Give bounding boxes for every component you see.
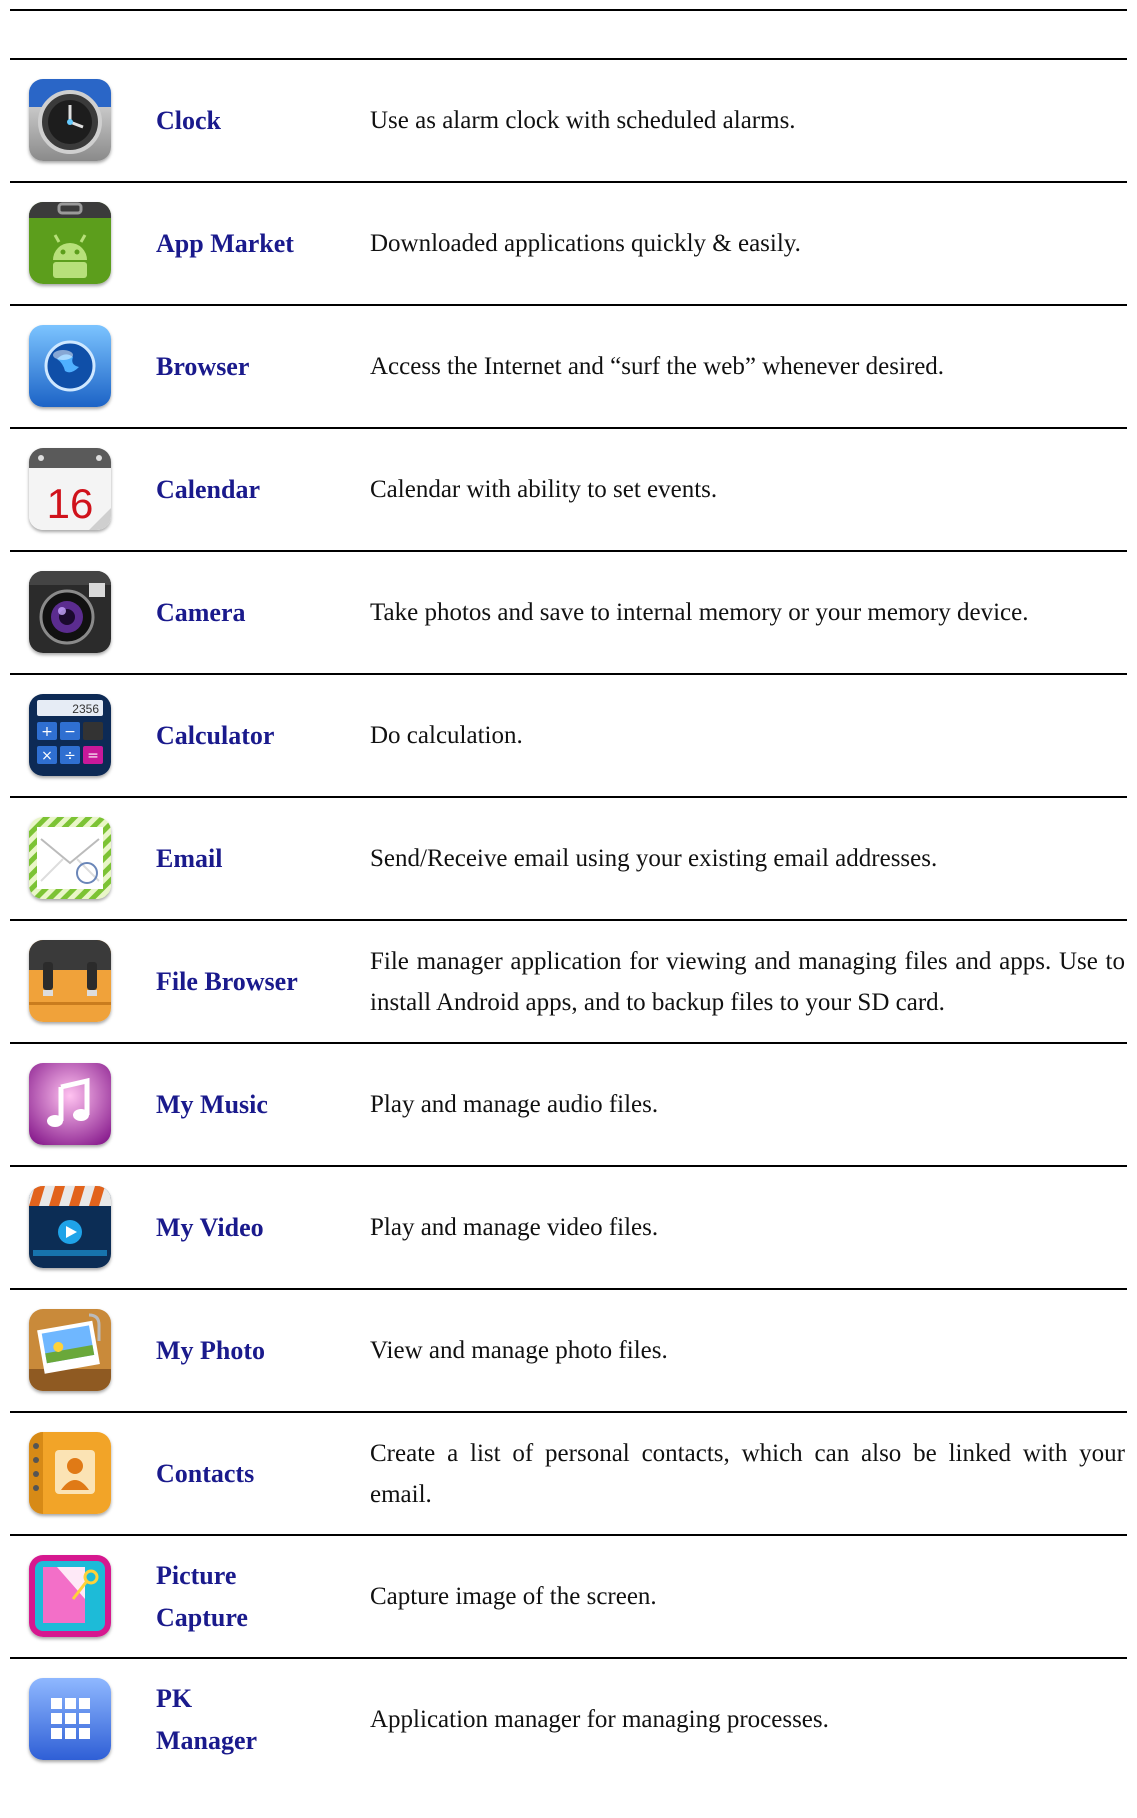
app-description: Create a list of personal contacts, whic… bbox=[370, 1439, 1125, 1508]
svg-text:=: = bbox=[87, 748, 99, 764]
app-name: Clock bbox=[156, 105, 221, 135]
svg-text:−: − bbox=[64, 724, 76, 740]
table-row: Browser Access the Internet and “surf th… bbox=[10, 304, 1127, 427]
svg-text:÷: ÷ bbox=[64, 748, 76, 764]
table-row: My Video Play and manage video files. bbox=[10, 1165, 1127, 1288]
app-description: Do calculation. bbox=[370, 722, 523, 749]
app-name: Calculator bbox=[156, 720, 275, 750]
clock-icon bbox=[29, 79, 111, 161]
app-description: Capture image of the screen. bbox=[370, 1583, 657, 1610]
table-row: App Market Downloaded applications quick… bbox=[10, 181, 1127, 304]
app-description: Play and manage video files. bbox=[370, 1214, 659, 1241]
app-description: View and manage photo files. bbox=[370, 1337, 668, 1364]
table-row: File Browser File manager application fo… bbox=[10, 919, 1127, 1042]
email-envelope-icon bbox=[29, 817, 111, 899]
top-rule bbox=[10, 9, 1127, 11]
camera-icon bbox=[29, 571, 111, 653]
app-description: Access the Internet and “surf the web” w… bbox=[370, 353, 945, 380]
app-name: My Music bbox=[156, 1089, 268, 1119]
app-name: My Photo bbox=[156, 1335, 266, 1365]
app-description: Take photos and save to internal memory … bbox=[370, 599, 1029, 626]
app-name: PK Manager bbox=[156, 1683, 258, 1755]
calculator-icon: 2356 + − × ÷ = bbox=[29, 694, 111, 776]
calculator-display: 2356 bbox=[72, 702, 99, 716]
app-description: Calendar with ability to set events. bbox=[370, 476, 718, 503]
app-description: Play and manage audio files. bbox=[370, 1091, 659, 1118]
table-row: My Music Play and manage audio files. bbox=[10, 1042, 1127, 1165]
contacts-book-icon bbox=[29, 1432, 111, 1514]
table-row: PK Manager Application manager for manag… bbox=[10, 1657, 1127, 1780]
browser-globe-icon bbox=[29, 325, 111, 407]
app-description: Application manager for managing process… bbox=[370, 1706, 829, 1733]
svg-text:×: × bbox=[41, 748, 53, 764]
app-list-page: Clock Use as alarm clock with scheduled … bbox=[0, 0, 1137, 1818]
video-clapper-icon bbox=[29, 1186, 111, 1268]
app-name: Email bbox=[156, 843, 223, 873]
music-note-icon bbox=[29, 1063, 111, 1145]
app-name: File Browser bbox=[156, 966, 298, 996]
app-market-icon bbox=[29, 202, 111, 284]
app-description: Downloaded applications quickly & easily… bbox=[370, 230, 801, 257]
table-row: 2356 + − × ÷ = Calculator Do calculation… bbox=[10, 673, 1127, 796]
photo-icon bbox=[29, 1309, 111, 1391]
app-description: Send/Receive email using your existing e… bbox=[370, 845, 938, 872]
app-name: App Market bbox=[156, 228, 294, 258]
app-name: Contacts bbox=[156, 1458, 255, 1488]
svg-text:+: + bbox=[41, 724, 53, 740]
pk-manager-grid-icon bbox=[29, 1678, 111, 1760]
table-row: Contacts Create a list of personal conta… bbox=[10, 1411, 1127, 1534]
picture-capture-icon bbox=[29, 1555, 111, 1637]
calendar-icon: 16 bbox=[29, 448, 111, 530]
table-row: Picture Capture Capture image of the scr… bbox=[10, 1534, 1127, 1657]
app-name: Picture Capture bbox=[156, 1560, 248, 1632]
app-name: Camera bbox=[156, 597, 246, 627]
app-name: My Video bbox=[156, 1212, 264, 1242]
file-browser-icon bbox=[29, 940, 111, 1022]
calendar-day-number: 16 bbox=[47, 480, 94, 527]
app-description: Use as alarm clock with scheduled alarms… bbox=[370, 107, 796, 134]
app-name: Browser bbox=[156, 351, 250, 381]
app-name: Calendar bbox=[156, 474, 260, 504]
table-row: Camera Take photos and save to internal … bbox=[10, 550, 1127, 673]
table-row: 16 Calendar Calendar with ability to set… bbox=[10, 427, 1127, 550]
table-row: My Photo View and manage photo files. bbox=[10, 1288, 1127, 1411]
table-row: Email Send/Receive email using your exis… bbox=[10, 796, 1127, 919]
app-table: Clock Use as alarm clock with scheduled … bbox=[10, 58, 1127, 1780]
app-description: File manager application for viewing and… bbox=[370, 947, 1125, 1016]
table-row: Clock Use as alarm clock with scheduled … bbox=[10, 58, 1127, 181]
